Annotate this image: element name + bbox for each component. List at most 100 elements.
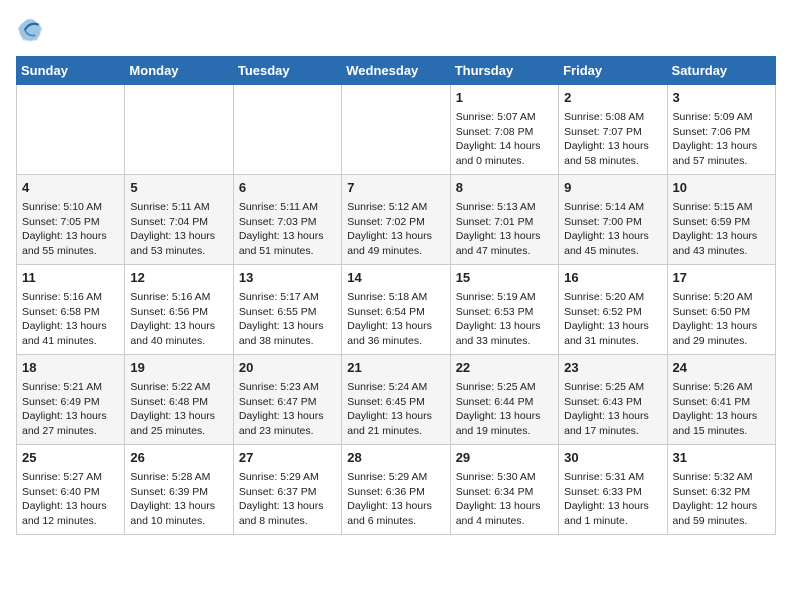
day-number: 9	[564, 179, 661, 198]
day-content: Sunrise: 5:25 AM Sunset: 6:43 PM Dayligh…	[564, 380, 661, 439]
day-number: 2	[564, 89, 661, 108]
day-content: Sunrise: 5:20 AM Sunset: 6:52 PM Dayligh…	[564, 290, 661, 349]
day-content: Sunrise: 5:21 AM Sunset: 6:49 PM Dayligh…	[22, 380, 119, 439]
calendar-week-2: 4 Sunrise: 5:10 AM Sunset: 7:05 PM Daylig…	[17, 175, 776, 265]
day-number: 18	[22, 359, 119, 378]
header-day-monday: Monday	[125, 57, 233, 85]
day-content: Sunrise: 5:29 AM Sunset: 6:37 PM Dayligh…	[239, 470, 336, 529]
calendar-cell: 29 Sunrise: 5:30 AM Sunset: 6:34 PM Dayli…	[450, 445, 558, 535]
calendar-cell: 2 Sunrise: 5:08 AM Sunset: 7:07 PM Daylig…	[559, 85, 667, 175]
day-number: 5	[130, 179, 227, 198]
day-number: 13	[239, 269, 336, 288]
day-content: Sunrise: 5:16 AM Sunset: 6:58 PM Dayligh…	[22, 290, 119, 349]
calendar-cell	[17, 85, 125, 175]
day-content: Sunrise: 5:08 AM Sunset: 7:07 PM Dayligh…	[564, 110, 661, 169]
day-number: 10	[673, 179, 770, 198]
day-number: 17	[673, 269, 770, 288]
day-content: Sunrise: 5:22 AM Sunset: 6:48 PM Dayligh…	[130, 380, 227, 439]
calendar-cell: 25 Sunrise: 5:27 AM Sunset: 6:40 PM Dayli…	[17, 445, 125, 535]
calendar-cell: 23 Sunrise: 5:25 AM Sunset: 6:43 PM Dayli…	[559, 355, 667, 445]
day-content: Sunrise: 5:30 AM Sunset: 6:34 PM Dayligh…	[456, 470, 553, 529]
day-content: Sunrise: 5:31 AM Sunset: 6:33 PM Dayligh…	[564, 470, 661, 529]
day-content: Sunrise: 5:17 AM Sunset: 6:55 PM Dayligh…	[239, 290, 336, 349]
day-number: 8	[456, 179, 553, 198]
calendar-cell: 19 Sunrise: 5:22 AM Sunset: 6:48 PM Dayli…	[125, 355, 233, 445]
calendar-cell: 31 Sunrise: 5:32 AM Sunset: 6:32 PM Dayli…	[667, 445, 775, 535]
day-content: Sunrise: 5:18 AM Sunset: 6:54 PM Dayligh…	[347, 290, 444, 349]
day-number: 4	[22, 179, 119, 198]
day-number: 12	[130, 269, 227, 288]
calendar-header: SundayMondayTuesdayWednesdayThursdayFrid…	[17, 57, 776, 85]
calendar-cell: 13 Sunrise: 5:17 AM Sunset: 6:55 PM Dayli…	[233, 265, 341, 355]
calendar-cell: 27 Sunrise: 5:29 AM Sunset: 6:37 PM Dayli…	[233, 445, 341, 535]
day-content: Sunrise: 5:27 AM Sunset: 6:40 PM Dayligh…	[22, 470, 119, 529]
calendar-cell	[125, 85, 233, 175]
day-content: Sunrise: 5:10 AM Sunset: 7:05 PM Dayligh…	[22, 200, 119, 259]
day-number: 15	[456, 269, 553, 288]
calendar-cell: 11Sunrise: 5:16 AM Sunset: 6:58 PM Dayli…	[17, 265, 125, 355]
day-number: 20	[239, 359, 336, 378]
calendar-cell: 1Sunrise: 5:07 AM Sunset: 7:08 PM Daylig…	[450, 85, 558, 175]
calendar-cell: 24Sunrise: 5:26 AM Sunset: 6:41 PM Dayli…	[667, 355, 775, 445]
header-day-friday: Friday	[559, 57, 667, 85]
calendar-cell: 26 Sunrise: 5:28 AM Sunset: 6:39 PM Dayli…	[125, 445, 233, 535]
calendar-cell: 5 Sunrise: 5:11 AM Sunset: 7:04 PM Daylig…	[125, 175, 233, 265]
calendar-cell	[342, 85, 450, 175]
header-day-sunday: Sunday	[17, 57, 125, 85]
day-content: Sunrise: 5:20 AM Sunset: 6:50 PM Dayligh…	[673, 290, 770, 349]
day-number: 14	[347, 269, 444, 288]
calendar-cell: 9 Sunrise: 5:14 AM Sunset: 7:00 PM Daylig…	[559, 175, 667, 265]
header-day-tuesday: Tuesday	[233, 57, 341, 85]
day-number: 27	[239, 449, 336, 468]
day-content: Sunrise: 5:29 AM Sunset: 6:36 PM Dayligh…	[347, 470, 444, 529]
calendar-table: SundayMondayTuesdayWednesdayThursdayFrid…	[16, 56, 776, 535]
day-number: 28	[347, 449, 444, 468]
day-content: Sunrise: 5:11 AM Sunset: 7:03 PM Dayligh…	[239, 200, 336, 259]
calendar-cell: 21Sunrise: 5:24 AM Sunset: 6:45 PM Dayli…	[342, 355, 450, 445]
day-content: Sunrise: 5:23 AM Sunset: 6:47 PM Dayligh…	[239, 380, 336, 439]
calendar-week-5: 25 Sunrise: 5:27 AM Sunset: 6:40 PM Dayli…	[17, 445, 776, 535]
day-number: 7	[347, 179, 444, 198]
day-number: 22	[456, 359, 553, 378]
header-day-thursday: Thursday	[450, 57, 558, 85]
calendar-week-1: 1Sunrise: 5:07 AM Sunset: 7:08 PM Daylig…	[17, 85, 776, 175]
day-content: Sunrise: 5:12 AM Sunset: 7:02 PM Dayligh…	[347, 200, 444, 259]
calendar-cell: 12Sunrise: 5:16 AM Sunset: 6:56 PM Dayli…	[125, 265, 233, 355]
calendar-week-3: 11Sunrise: 5:16 AM Sunset: 6:58 PM Dayli…	[17, 265, 776, 355]
calendar-cell: 30 Sunrise: 5:31 AM Sunset: 6:33 PM Dayli…	[559, 445, 667, 535]
logo-icon	[16, 16, 44, 44]
day-number: 31	[673, 449, 770, 468]
day-content: Sunrise: 5:28 AM Sunset: 6:39 PM Dayligh…	[130, 470, 227, 529]
calendar-cell	[233, 85, 341, 175]
header-day-wednesday: Wednesday	[342, 57, 450, 85]
day-number: 29	[456, 449, 553, 468]
calendar-cell: 20 Sunrise: 5:23 AM Sunset: 6:47 PM Dayli…	[233, 355, 341, 445]
day-number: 19	[130, 359, 227, 378]
calendar-cell: 7 Sunrise: 5:12 AM Sunset: 7:02 PM Daylig…	[342, 175, 450, 265]
day-content: Sunrise: 5:14 AM Sunset: 7:00 PM Dayligh…	[564, 200, 661, 259]
day-content: Sunrise: 5:13 AM Sunset: 7:01 PM Dayligh…	[456, 200, 553, 259]
day-content: Sunrise: 5:32 AM Sunset: 6:32 PM Dayligh…	[673, 470, 770, 529]
calendar-cell: 18 Sunrise: 5:21 AM Sunset: 6:49 PM Dayli…	[17, 355, 125, 445]
calendar-cell: 10 Sunrise: 5:15 AM Sunset: 6:59 PM Dayli…	[667, 175, 775, 265]
calendar-cell: 28 Sunrise: 5:29 AM Sunset: 6:36 PM Dayli…	[342, 445, 450, 535]
calendar-cell: 3 Sunrise: 5:09 AM Sunset: 7:06 PM Daylig…	[667, 85, 775, 175]
day-number: 26	[130, 449, 227, 468]
day-content: Sunrise: 5:11 AM Sunset: 7:04 PM Dayligh…	[130, 200, 227, 259]
day-number: 25	[22, 449, 119, 468]
day-content: Sunrise: 5:09 AM Sunset: 7:06 PM Dayligh…	[673, 110, 770, 169]
calendar-week-4: 18 Sunrise: 5:21 AM Sunset: 6:49 PM Dayli…	[17, 355, 776, 445]
page-header	[16, 16, 776, 44]
day-number: 23	[564, 359, 661, 378]
day-content: Sunrise: 5:19 AM Sunset: 6:53 PM Dayligh…	[456, 290, 553, 349]
calendar-cell: 4 Sunrise: 5:10 AM Sunset: 7:05 PM Daylig…	[17, 175, 125, 265]
calendar-cell: 6 Sunrise: 5:11 AM Sunset: 7:03 PM Daylig…	[233, 175, 341, 265]
day-number: 6	[239, 179, 336, 198]
calendar-cell: 22Sunrise: 5:25 AM Sunset: 6:44 PM Dayli…	[450, 355, 558, 445]
calendar-cell: 8 Sunrise: 5:13 AM Sunset: 7:01 PM Daylig…	[450, 175, 558, 265]
day-number: 21	[347, 359, 444, 378]
calendar-cell: 16Sunrise: 5:20 AM Sunset: 6:52 PM Dayli…	[559, 265, 667, 355]
day-content: Sunrise: 5:15 AM Sunset: 6:59 PM Dayligh…	[673, 200, 770, 259]
day-number: 3	[673, 89, 770, 108]
day-number: 30	[564, 449, 661, 468]
